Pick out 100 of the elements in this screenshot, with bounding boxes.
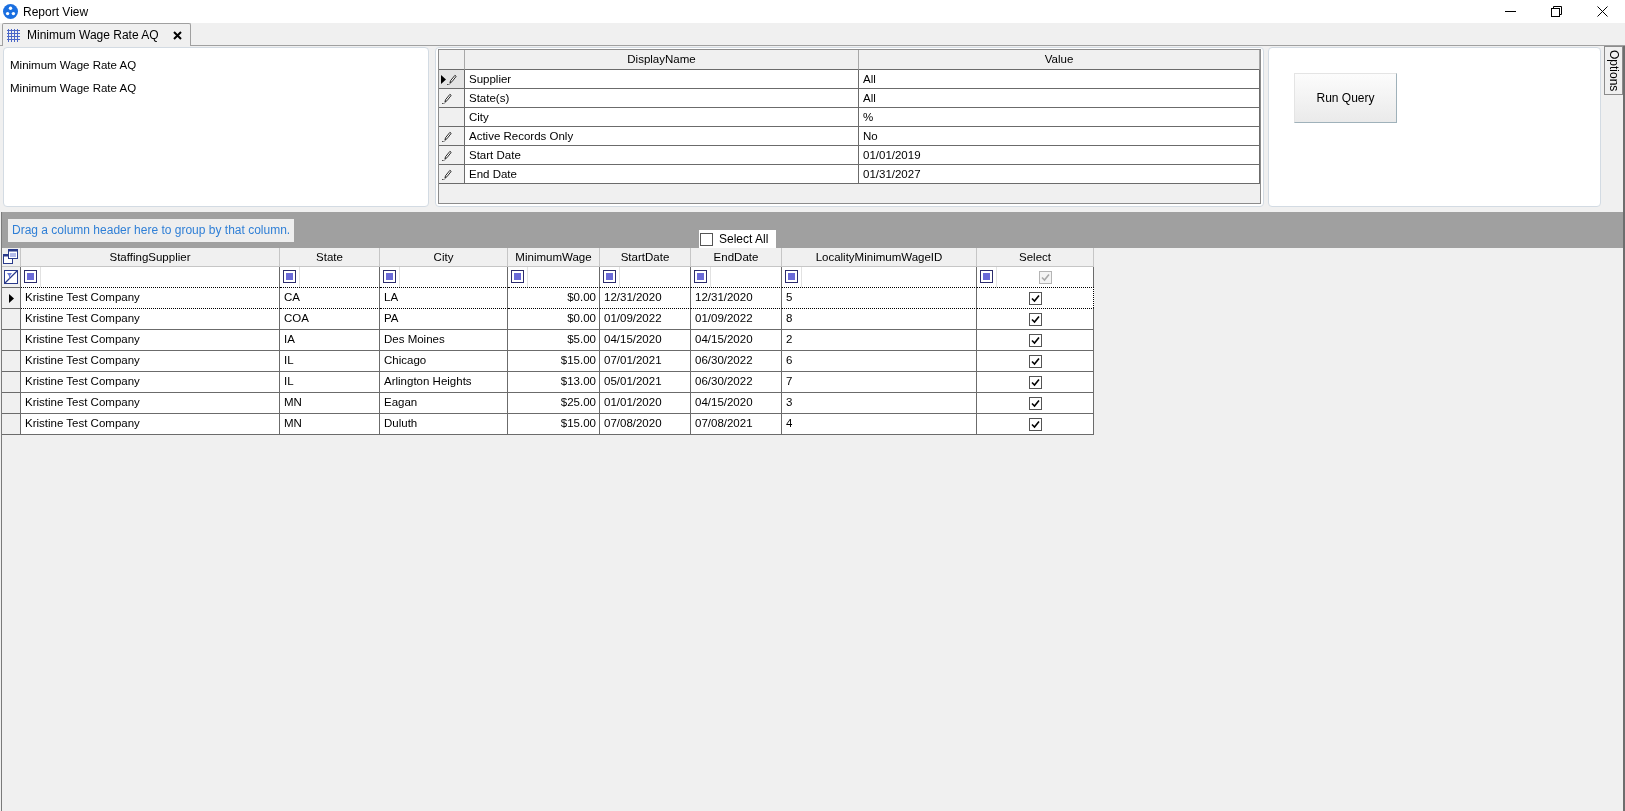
parameter-name: End Date [465, 165, 859, 184]
filter-field[interactable] [299, 267, 379, 287]
filter-operator-icon[interactable] [380, 267, 399, 287]
overlapping-windows-icon[interactable] [3, 249, 19, 265]
table-cell: 04/15/2020 [691, 392, 782, 413]
table-cell: 07/01/2021 [600, 350, 691, 371]
checkbox[interactable] [1028, 396, 1042, 410]
table-cell: 07/08/2020 [600, 413, 691, 435]
parameter-name: Active Records Only [465, 127, 859, 146]
table-cell: $0.00 [508, 308, 600, 329]
table-cell: 3 [782, 392, 977, 413]
pencil-icon [442, 149, 452, 161]
filter-field[interactable] [710, 267, 781, 287]
row-arrow-icon [441, 74, 446, 84]
column-header[interactable]: MinimumWage [508, 248, 600, 267]
table-cell: Kristine Test Company [21, 308, 280, 329]
filter-operator-icon[interactable] [508, 267, 527, 287]
table-cell: Des Moines [380, 329, 508, 350]
table-cell: $25.00 [508, 392, 600, 413]
table-cell: MN [280, 413, 380, 435]
table-cell: 7 [782, 371, 977, 392]
table-cell: 01/01/2020 [600, 392, 691, 413]
table-cell: 06/30/2022 [691, 350, 782, 371]
table-cell: Kristine Test Company [21, 371, 280, 392]
grid-icon [7, 28, 20, 42]
parameter-value[interactable]: All [859, 70, 1260, 89]
pencil-icon [442, 168, 452, 180]
table-cell: 12/31/2020 [600, 287, 691, 308]
select-all-toggle[interactable]: Select All [699, 230, 776, 248]
tab[interactable]: Minimum Wage Rate AQ [2, 23, 191, 46]
run-query-button[interactable]: Run Query [1294, 73, 1397, 123]
parameter-name: Supplier [465, 70, 859, 89]
checkbox[interactable] [1028, 291, 1042, 305]
table-cell: Kristine Test Company [21, 287, 280, 308]
crossed-square-icon[interactable] [3, 269, 19, 285]
parameter-value[interactable]: All [859, 89, 1260, 108]
table-cell: IL [280, 350, 380, 371]
table-cell: PA [380, 308, 508, 329]
checkbox[interactable] [1028, 417, 1042, 431]
filter-operator-icon[interactable] [782, 267, 801, 287]
table-cell: $15.00 [508, 350, 600, 371]
filter-field[interactable] [801, 267, 976, 287]
table-cell: Eagan [380, 392, 508, 413]
table-cell: 04/15/2020 [600, 329, 691, 350]
table-cell: 6 [782, 350, 977, 371]
restore-icon [1550, 6, 1562, 17]
checkbox[interactable] [700, 232, 713, 246]
checkbox[interactable] [1028, 333, 1042, 347]
table-cell: Kristine Test Company [21, 350, 280, 371]
table-cell: MN [280, 392, 380, 413]
column-header[interactable]: EndDate [691, 248, 782, 267]
table-cell: Kristine Test Company [21, 329, 280, 350]
column-header[interactable]: StartDate [600, 248, 691, 267]
table-cell: 8 [782, 308, 977, 329]
table-cell: IA [280, 329, 380, 350]
parameter-value[interactable]: 01/31/2027 [859, 165, 1260, 184]
filter-field[interactable] [399, 267, 507, 287]
close-icon[interactable] [172, 30, 182, 40]
table-cell: 5 [782, 287, 977, 308]
options-tab[interactable]: Options [1604, 46, 1623, 95]
table-cell: 07/08/2021 [691, 413, 782, 435]
close-icon [1596, 6, 1608, 17]
parameter-value[interactable]: 01/01/2019 [859, 146, 1260, 165]
group-by-hint: Drag a column header here to group by that column. [8, 219, 295, 242]
table-cell: $5.00 [508, 329, 600, 350]
column-header[interactable]: LocalityMinimumWageID [782, 248, 977, 267]
filter-field[interactable] [619, 267, 690, 287]
parameter-value[interactable]: No [859, 127, 1260, 146]
parameter-value[interactable]: % [859, 108, 1260, 127]
filter-field[interactable] [40, 267, 279, 287]
table-cell: Chicago [380, 350, 508, 371]
table-cell: $0.00 [508, 287, 600, 308]
column-header[interactable]: StaffingSupplier [21, 248, 280, 267]
table-cell: IL [280, 371, 380, 392]
column-header[interactable]: State [280, 248, 380, 267]
filter-operator-icon[interactable] [600, 267, 619, 287]
column-header[interactable]: Select [977, 248, 1094, 267]
parameter-name: Start Date [465, 146, 859, 165]
column-header[interactable]: City [380, 248, 508, 267]
checkbox[interactable] [1028, 312, 1042, 326]
row-header[interactable] [2, 287, 21, 308]
window-title: Report View [23, 4, 89, 19]
table-cell: 2 [782, 329, 977, 350]
table-cell: Arlington Heights [380, 371, 508, 392]
filter-operator-icon[interactable] [21, 267, 40, 287]
table-cell: LA [380, 287, 508, 308]
table-cell: Duluth [380, 413, 508, 435]
table-cell: 01/09/2022 [600, 308, 691, 329]
parameter-name: State(s) [465, 89, 859, 108]
filter-field[interactable] [527, 267, 599, 287]
table-cell: 05/01/2021 [600, 371, 691, 392]
pencil-icon [442, 130, 452, 142]
parameter-name: City [465, 108, 859, 127]
checkbox[interactable] [1028, 354, 1042, 368]
filter-operator-icon[interactable] [691, 267, 710, 287]
row-arrow-icon [8, 293, 14, 303]
checkbox[interactable] [1028, 375, 1042, 389]
filter-operator-icon[interactable] [280, 267, 299, 287]
table-cell: Kristine Test Company [21, 413, 280, 435]
column-header: Value [859, 50, 1260, 70]
